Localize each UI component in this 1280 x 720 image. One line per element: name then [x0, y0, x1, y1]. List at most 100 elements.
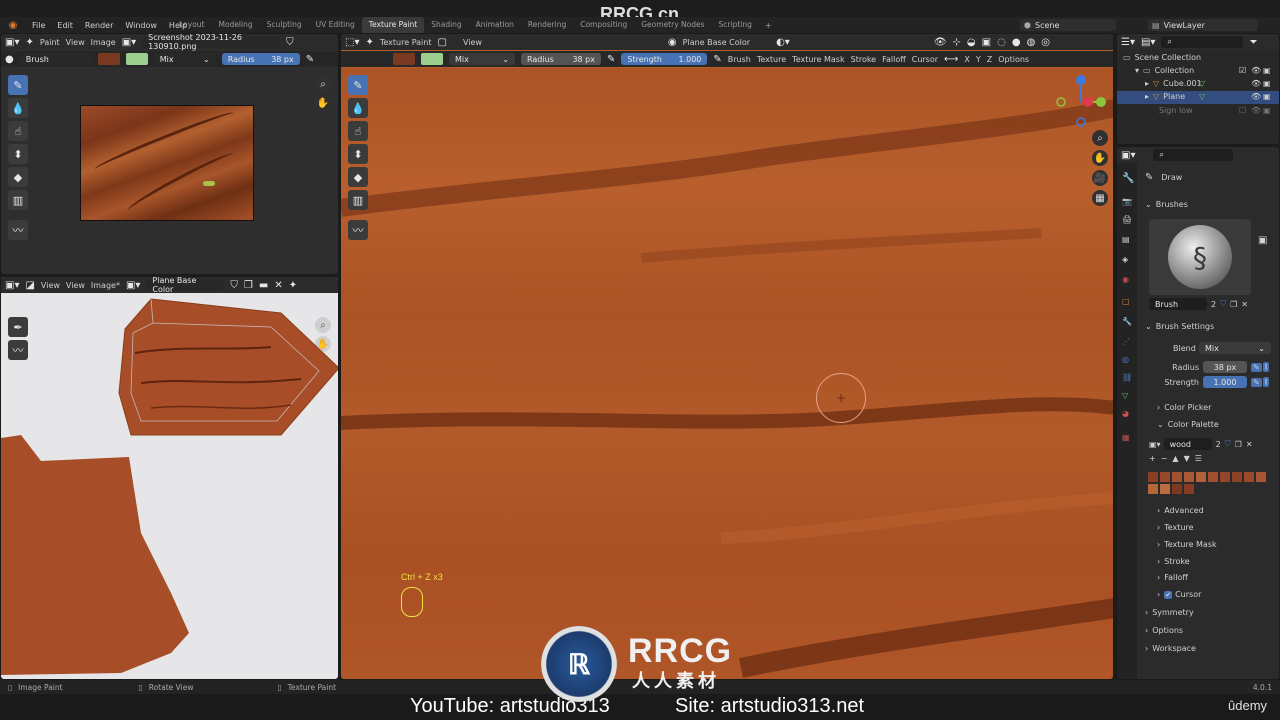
expand-icon[interactable]: ▸ — [1145, 92, 1149, 101]
brush-menu[interactable]: Brush — [728, 55, 751, 64]
sort-icon[interactable]: ☰ — [1195, 454, 1202, 463]
shading-sphere-icon[interactable]: ◐▾ — [776, 37, 790, 48]
material-shading-icon[interactable]: ◍ — [1027, 37, 1036, 48]
view-menu[interactable]: View — [66, 281, 85, 290]
eye-icon[interactable]: 👁 — [1251, 79, 1261, 88]
primary-color-swatch[interactable] — [97, 53, 120, 65]
tab-geometry-nodes[interactable]: Geometry Nodes — [634, 17, 711, 33]
filter-icon[interactable]: ⏷ — [1249, 37, 1257, 48]
modifier-tab-icon[interactable]: 🔧 — [1122, 317, 1132, 326]
tool-annotate[interactable]: 〰 — [348, 220, 368, 240]
hand-pan-icon[interactable]: ✋ — [315, 95, 331, 111]
color-picker-subpanel[interactable]: › Color Picker — [1157, 403, 1211, 412]
palette-swatch[interactable] — [1147, 483, 1159, 495]
open-image-icon[interactable]: ▬ — [259, 280, 268, 291]
palette-swatch[interactable] — [1147, 471, 1159, 483]
move-down-icon[interactable]: ▼ — [1184, 454, 1190, 463]
pressure-icon[interactable]: ✎ — [306, 54, 314, 65]
cursor-checkbox[interactable]: ✔ — [1164, 590, 1173, 599]
texture-menu[interactable]: Texture — [757, 55, 786, 64]
view-menu[interactable]: View — [66, 38, 85, 47]
tool-draw[interactable]: ✎ — [8, 75, 28, 95]
brush-settings-panel-header[interactable]: ⌄ Brush Settings — [1145, 322, 1214, 331]
visibility-icon[interactable]: 👁 — [934, 37, 947, 48]
editor-type-icon[interactable]: ▣▾ — [5, 37, 19, 48]
outliner-row-collection[interactable]: ▾ ▭ Collection ☑ 👁 ▣ — [1135, 66, 1271, 75]
workspace-panel-header[interactable]: › Workspace — [1145, 644, 1196, 653]
tool-clone[interactable]: ⬍ — [8, 144, 28, 164]
color-palette-subpanel[interactable]: ⌄ Color Palette — [1157, 420, 1219, 429]
image-name-field[interactable]: Screenshot 2023-11-26 130910.png — [142, 34, 281, 51]
palette-swatch[interactable] — [1255, 471, 1267, 483]
duplicate-icon[interactable]: ❐ — [1230, 300, 1237, 309]
editor-type-icon[interactable]: ▣▾ — [1121, 150, 1135, 161]
camera-icon[interactable]: ▣ — [1263, 79, 1271, 88]
axis-x-toggle[interactable]: X — [964, 55, 969, 64]
tool-fill[interactable]: ◆ — [348, 167, 368, 187]
hand-pan-icon[interactable]: ✋ — [1092, 150, 1108, 166]
tab-scripting[interactable]: Scripting — [712, 17, 759, 33]
close-icon[interactable]: ✕ — [274, 280, 282, 291]
close-icon[interactable]: ✕ — [1241, 300, 1248, 309]
cursor-subpanel[interactable]: › ✔ Cursor — [1157, 590, 1201, 599]
cursor-menu[interactable]: Cursor — [912, 55, 938, 64]
palette-swatch[interactable] — [1183, 471, 1195, 483]
checkbox-icon[interactable]: ☐ — [1239, 106, 1246, 115]
palette-swatch[interactable] — [1231, 471, 1243, 483]
editor-type-icon[interactable]: ▣▾ — [5, 280, 19, 291]
camera-icon[interactable]: ▣ — [1263, 106, 1271, 115]
scene-tab-icon[interactable]: ◈ — [1122, 255, 1128, 264]
properties-search-input[interactable]: ⌕ — [1153, 149, 1234, 161]
tab-texture-paint[interactable]: Texture Paint — [361, 17, 425, 33]
camera-icon[interactable]: ▣ — [1263, 92, 1271, 101]
tool-smear[interactable]: ☝ — [348, 121, 368, 141]
brush-field[interactable]: Brush — [19, 53, 92, 65]
gizmo-x-axis[interactable] — [1083, 97, 1093, 107]
navigation-gizmo[interactable] — [1053, 74, 1109, 130]
palette-swatch[interactable] — [1159, 471, 1171, 483]
wireframe-shading-icon[interactable]: ◌ — [997, 37, 1006, 48]
strength-field[interactable]: 1.000 — [1203, 376, 1247, 388]
brushes-panel-header[interactable]: ⌄ Brushes — [1145, 200, 1188, 209]
axis-z-toggle[interactable]: Z — [987, 55, 992, 64]
secondary-color-swatch[interactable] — [421, 53, 443, 65]
pin-icon[interactable]: ✦ — [289, 280, 297, 291]
editor-type-icon[interactable]: ☰▾ — [1121, 37, 1135, 48]
blend-dropdown[interactable]: Mix ⌄ — [153, 53, 216, 65]
palette-name-field[interactable]: wood — [1163, 438, 1212, 450]
tab-modeling[interactable]: Modeling — [212, 17, 260, 33]
close-icon[interactable]: ✕ — [1246, 440, 1253, 449]
brush-name-field[interactable]: Brush — [1149, 298, 1207, 310]
radius-pressure-icon[interactable]: ✎ — [607, 54, 615, 65]
texture-mask-subpanel[interactable]: › Texture Mask — [1157, 540, 1217, 549]
symmetry-panel-header[interactable]: › Symmetry — [1145, 608, 1194, 617]
menu-window[interactable]: Window — [119, 21, 163, 30]
eye-icon[interactable]: 👁 — [1251, 106, 1261, 115]
options-panel-header[interactable]: › Options — [1145, 626, 1183, 635]
tool-mask[interactable]: ▥ — [348, 190, 368, 210]
object-tab-icon[interactable]: ▢ — [1122, 297, 1130, 306]
axis-y-toggle[interactable]: Y — [976, 55, 981, 64]
stroke-subpanel[interactable]: › Stroke — [1157, 557, 1190, 566]
fake-user-icon[interactable]: ⛉ — [286, 37, 294, 48]
remove-color-icon[interactable]: − — [1161, 454, 1168, 463]
paint-mode-menu[interactable]: Paint — [40, 38, 60, 47]
secondary-color-swatch[interactable] — [125, 53, 148, 65]
expand-icon[interactable]: ▾ — [1135, 66, 1139, 75]
brush-preview[interactable]: § — [1149, 219, 1251, 295]
tab-animation[interactable]: Animation — [469, 17, 521, 33]
interaction-mode-menu[interactable]: Texture Paint — [380, 38, 432, 47]
outliner-row-plane[interactable]: ▸ ▽ Plane ▽ 👁 ▣ — [1145, 92, 1271, 101]
blend-dropdown[interactable]: Mix ⌄ — [1199, 342, 1271, 354]
tab-shading[interactable]: Shading — [424, 17, 468, 33]
gizmo-z-axis[interactable] — [1076, 75, 1086, 85]
radius-slider[interactable]: Radius 38 px — [521, 53, 601, 65]
palette-swatch[interactable] — [1183, 483, 1195, 495]
constraints-tab-icon[interactable]: ⛓ — [1122, 373, 1132, 382]
texture-tab-icon[interactable]: ▦ — [1122, 433, 1130, 442]
texture-subpanel[interactable]: › Texture — [1157, 523, 1194, 532]
data-tab-icon[interactable]: ▽ — [1122, 391, 1128, 400]
palette-swatch[interactable] — [1207, 471, 1219, 483]
brush-users[interactable]: 2 — [1211, 300, 1216, 309]
menu-file[interactable]: File — [26, 21, 51, 30]
